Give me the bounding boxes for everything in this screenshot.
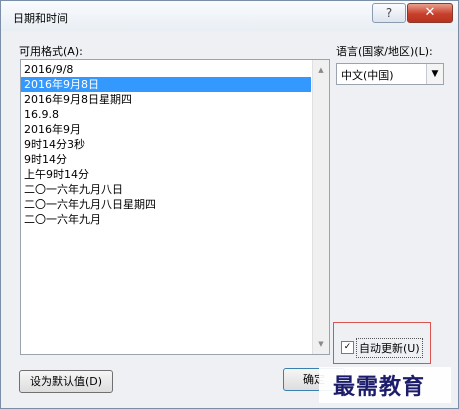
format-list-item[interactable]: 2016年9月8日星期四 [21, 92, 311, 107]
watermark-text: 最需教育 [333, 374, 426, 400]
format-list-item[interactable]: 16.9.8 [21, 107, 311, 122]
date-time-dialog: 日期和时间 ? ✕ 可用格式(A): 2016/9/8 2016年9月8日 2016… [0, 0, 459, 409]
format-list-item[interactable]: 2016年9月 [21, 122, 311, 137]
format-list-item[interactable]: 2016年9月8日 [21, 77, 311, 92]
vertical-scrollbar[interactable]: ▲ ▼ [312, 60, 329, 354]
available-formats-label: 可用格式(A): [19, 45, 83, 58]
title-bar[interactable]: 日期和时间 ? ✕ [1, 1, 458, 31]
auto-update-checkbox[interactable]: ✓ [341, 341, 354, 354]
dialog-title: 日期和时间 [13, 12, 68, 25]
formats-listbox[interactable]: 2016/9/8 2016年9月8日 2016年9月8日星期四 16.9.8 2016年… [20, 59, 330, 355]
format-list-item[interactable]: 9时14分3秒 [21, 137, 311, 152]
question-icon: ? [385, 6, 393, 20]
format-list-item[interactable]: 9时14分 [21, 152, 311, 167]
format-list-item[interactable]: 上午9时14分 [21, 167, 311, 182]
language-label: 语言(国家/地区)(L): [336, 45, 433, 58]
format-list-item[interactable]: 二〇一六年九月八日 [21, 182, 311, 197]
format-list-item[interactable]: 2016/9/8 [21, 62, 311, 77]
formats-list: 2016/9/8 2016年9月8日 2016年9月8日星期四 16.9.8 2016年… [21, 62, 311, 227]
close-button[interactable]: ✕ [407, 3, 453, 23]
language-select[interactable]: 中文(中国) ▼ [336, 63, 444, 85]
set-default-button[interactable]: 设为默认值(D) [19, 370, 113, 393]
scroll-up-icon[interactable]: ▲ [313, 63, 329, 77]
checkmark-icon: ✓ [343, 342, 352, 352]
chevron-down-icon[interactable]: ▼ [426, 64, 443, 84]
close-icon: ✕ [424, 5, 436, 20]
format-list-item[interactable]: 二〇一六年九月 [21, 212, 311, 227]
help-button[interactable]: ? [372, 3, 406, 23]
auto-update-label[interactable]: 自动更新(U) [356, 338, 423, 358]
language-value: 中文(中国) [341, 69, 394, 82]
scroll-down-icon[interactable]: ▼ [313, 337, 329, 351]
auto-update-highlight: ✓ 自动更新(U) [333, 322, 431, 364]
watermark-logo: 最需教育 [319, 367, 451, 403]
format-list-item[interactable]: 二〇一六年九月八日星期四 [21, 197, 311, 212]
